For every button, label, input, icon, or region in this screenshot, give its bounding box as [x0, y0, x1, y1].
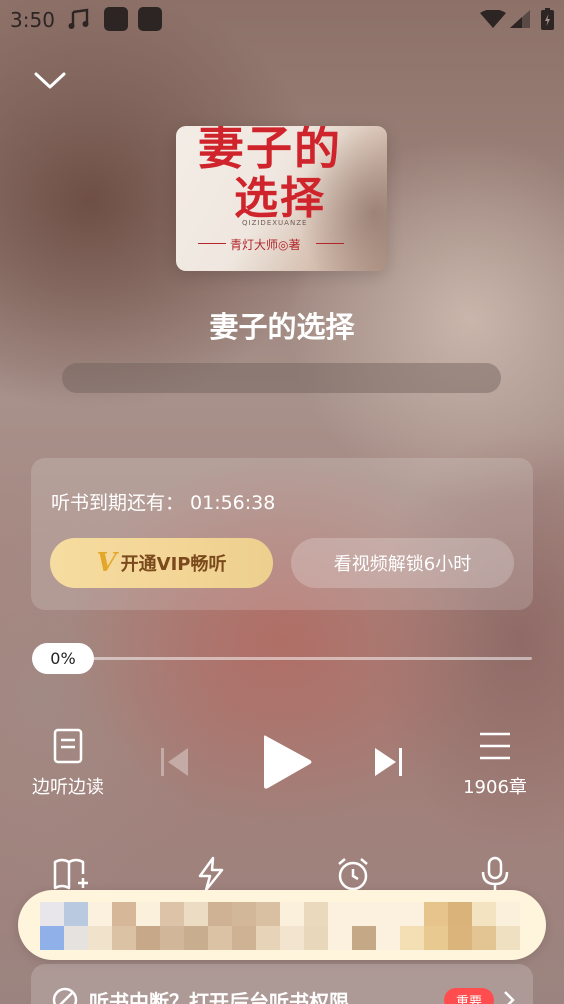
book-add-icon — [53, 858, 88, 890]
book-cover: 妻子的 选择 QIZIDEXUANZE 青灯大师◎著 — [176, 126, 387, 271]
alarm-clock-icon — [338, 858, 368, 891]
mosaic-cell — [160, 926, 184, 950]
app-notification-icon — [104, 7, 128, 35]
chapter-list-button[interactable] — [478, 730, 512, 766]
mosaic-cell — [400, 926, 424, 950]
mosaic-cell — [136, 926, 160, 950]
music-note-icon — [68, 8, 92, 34]
mosaic-cell — [376, 926, 400, 950]
next-chapter-button[interactable] — [372, 745, 406, 783]
watch-video-unlock-button[interactable]: 看视频解锁6小时 — [291, 538, 514, 588]
mosaic-cell — [472, 902, 496, 926]
mosaic-cell — [448, 926, 472, 950]
mosaic-cell — [40, 902, 64, 926]
mosaic-cell — [496, 926, 520, 950]
skip-previous-icon — [161, 748, 188, 776]
status-time: 3:50 — [10, 8, 55, 32]
mosaic-cell — [88, 926, 112, 950]
signal-icon — [510, 10, 530, 32]
mosaic-cell — [304, 926, 328, 950]
mosaic-cell — [328, 902, 352, 926]
chevron-right-icon — [501, 988, 517, 1004]
mosaic-cell — [328, 926, 352, 950]
wifi-icon — [480, 9, 506, 32]
play-button[interactable] — [260, 732, 314, 796]
mosaic-cell — [352, 926, 376, 950]
mosaic-cell — [64, 902, 88, 926]
progress-knob[interactable]: 0% — [32, 643, 94, 674]
mosaic-cell — [448, 902, 472, 926]
mosaic-cell — [232, 926, 256, 950]
ad-banner[interactable] — [18, 890, 546, 960]
collapse-button[interactable] — [30, 62, 70, 98]
countdown: 01:56:38 — [190, 492, 276, 514]
cover-divider-right — [316, 243, 344, 244]
cover-divider-left — [198, 243, 226, 244]
mosaic-cell — [88, 902, 112, 926]
mosaic-cell — [208, 902, 232, 926]
mosaic-cell — [472, 926, 496, 950]
microphone-icon — [481, 856, 509, 892]
read-along-button[interactable] — [52, 728, 84, 768]
mosaic-cell — [280, 926, 304, 950]
chevron-down-icon — [34, 72, 66, 89]
read-along-label: 边听边读 — [32, 777, 104, 798]
mosaic-cell — [424, 926, 448, 950]
background-permission-notice[interactable]: 听书中断？打开后台听书权限 重要 — [31, 964, 533, 1004]
mosaic-cell — [376, 902, 400, 926]
chapter-title-placeholder — [62, 363, 501, 393]
progress-track[interactable] — [40, 657, 532, 660]
previous-chapter-button[interactable] — [158, 745, 192, 783]
mosaic-cell — [232, 902, 256, 926]
app-notification-icon — [138, 7, 162, 35]
mosaic-cell — [208, 926, 232, 950]
mosaic-cell — [280, 902, 304, 926]
mosaic-cell — [424, 902, 448, 926]
document-icon — [53, 728, 83, 764]
notice-text: 听书中断？打开后台听书权限 — [89, 990, 349, 1004]
expiry-text: 听书到期还有： 01:56:38 — [51, 488, 275, 515]
mosaic-cell — [184, 926, 208, 950]
book-title: 妻子的选择 — [209, 310, 355, 344]
mosaic-cell — [352, 902, 376, 926]
mosaic-cell — [400, 902, 424, 926]
trial-card: 听书到期还有： 01:56:38 V 开通VIP畅听 看视频解锁6小时 — [31, 458, 533, 610]
speed-icon — [198, 856, 224, 892]
vip-button-label: 开通VIP畅听 — [120, 554, 227, 575]
vip-v-icon: V — [96, 548, 117, 578]
open-vip-button[interactable]: V 开通VIP畅听 — [50, 538, 273, 588]
mosaic-cell — [64, 926, 88, 950]
mosaic-cell — [184, 902, 208, 926]
cover-pinyin: QIZIDEXUANZE — [242, 219, 308, 227]
mosaic-cell — [160, 902, 184, 926]
skip-next-icon — [375, 748, 402, 776]
mosaic-cell — [40, 926, 64, 950]
mosaic-cell — [496, 902, 520, 926]
play-icon — [264, 735, 312, 789]
mosaic-cell — [304, 902, 328, 926]
cover-title-line2: 选择 — [234, 173, 326, 224]
battery-icon — [541, 8, 554, 34]
pixelated-ad-image — [40, 902, 520, 950]
mosaic-cell — [136, 902, 160, 926]
mosaic-cell — [112, 926, 136, 950]
expiry-label: 听书到期还有： — [51, 492, 185, 514]
mosaic-cell — [256, 902, 280, 926]
chapter-count-label: 1906章 — [463, 777, 527, 798]
menu-list-icon — [480, 732, 510, 760]
no-interrupt-icon — [51, 986, 79, 1004]
cover-author: 青灯大师◎著 — [230, 238, 301, 252]
important-badge: 重要 — [444, 988, 494, 1004]
mosaic-cell — [256, 926, 280, 950]
mosaic-cell — [112, 902, 136, 926]
status-bar: 3:50 — [0, 0, 564, 38]
